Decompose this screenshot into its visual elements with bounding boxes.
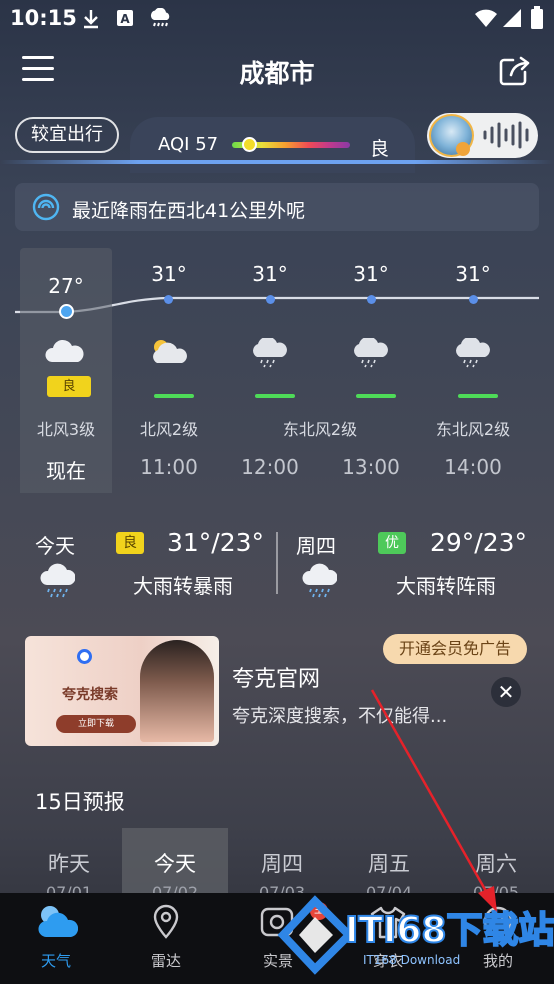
- annotation-arrow-icon: [370, 689, 497, 912]
